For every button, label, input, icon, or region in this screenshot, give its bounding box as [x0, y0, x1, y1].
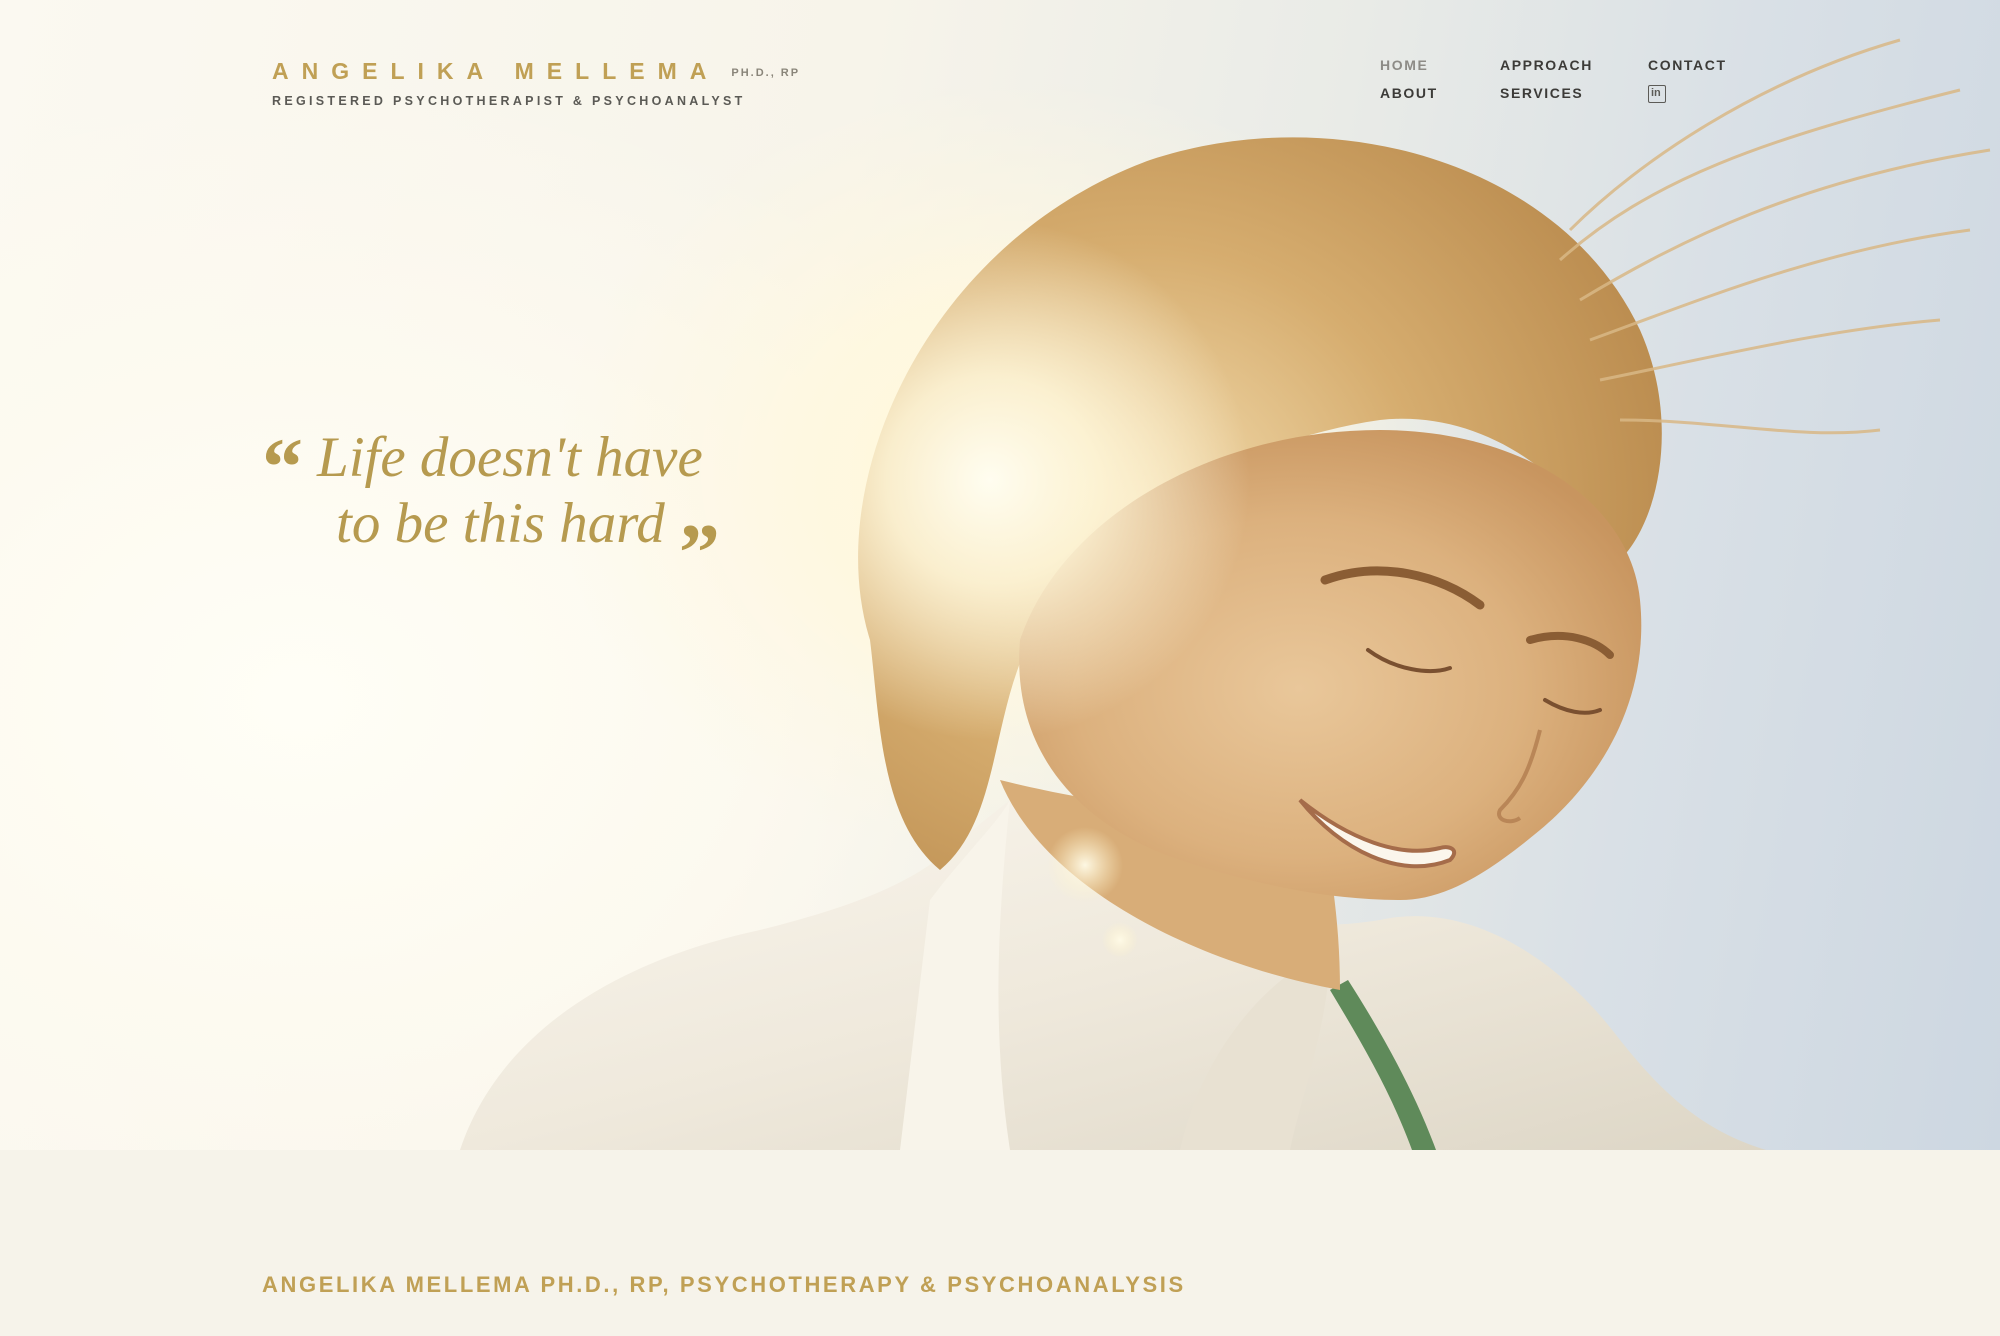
- sun-flare: [730, 220, 1250, 740]
- nav-about[interactable]: ABOUT: [1380, 84, 1500, 107]
- nav-services[interactable]: SERVICES: [1500, 84, 1648, 107]
- linkedin-icon: in: [1648, 85, 1666, 103]
- brand-credentials: PH.D., RP: [731, 67, 801, 79]
- hero-quote: “Life doesn't have to be this hard”: [262, 420, 782, 594]
- close-quote-mark: ”: [678, 507, 720, 598]
- intro-band: ANGELIKA MELLEMA PH.D., RP, PSYCHOTHERAP…: [0, 1150, 2000, 1336]
- section-heading: ANGELIKA MELLEMA PH.D., RP, PSYCHOTHERAP…: [262, 1272, 1186, 1297]
- quote-line-1: Life doesn't have: [317, 426, 703, 489]
- page: ANGELIKA MELLEMA PH.D., RP REGISTERED PS…: [0, 0, 2000, 1336]
- hero-photo: [460, 38, 1991, 1150]
- nav-approach[interactable]: APPROACH: [1500, 56, 1648, 74]
- nav-home[interactable]: HOME: [1380, 56, 1500, 74]
- main-nav: HOME APPROACH CONTACT ABOUT SERVICES in: [1380, 56, 1758, 107]
- brand-subtitle: REGISTERED PSYCHOTHERAPIST & PSYCHOANALY…: [272, 94, 746, 108]
- open-quote-mark: “: [262, 421, 303, 512]
- nav-contact[interactable]: CONTACT: [1648, 56, 1758, 74]
- quote-line-2: to be this hard: [336, 492, 665, 555]
- brand-block: ANGELIKA MELLEMA PH.D., RP REGISTERED PS…: [272, 58, 800, 108]
- linkedin-glyph: in: [1651, 87, 1661, 99]
- brand-name[interactable]: ANGELIKA MELLEMA: [272, 58, 719, 84]
- linkedin-link[interactable]: in: [1648, 84, 1758, 107]
- hero-section: ANGELIKA MELLEMA PH.D., RP REGISTERED PS…: [0, 0, 2000, 1150]
